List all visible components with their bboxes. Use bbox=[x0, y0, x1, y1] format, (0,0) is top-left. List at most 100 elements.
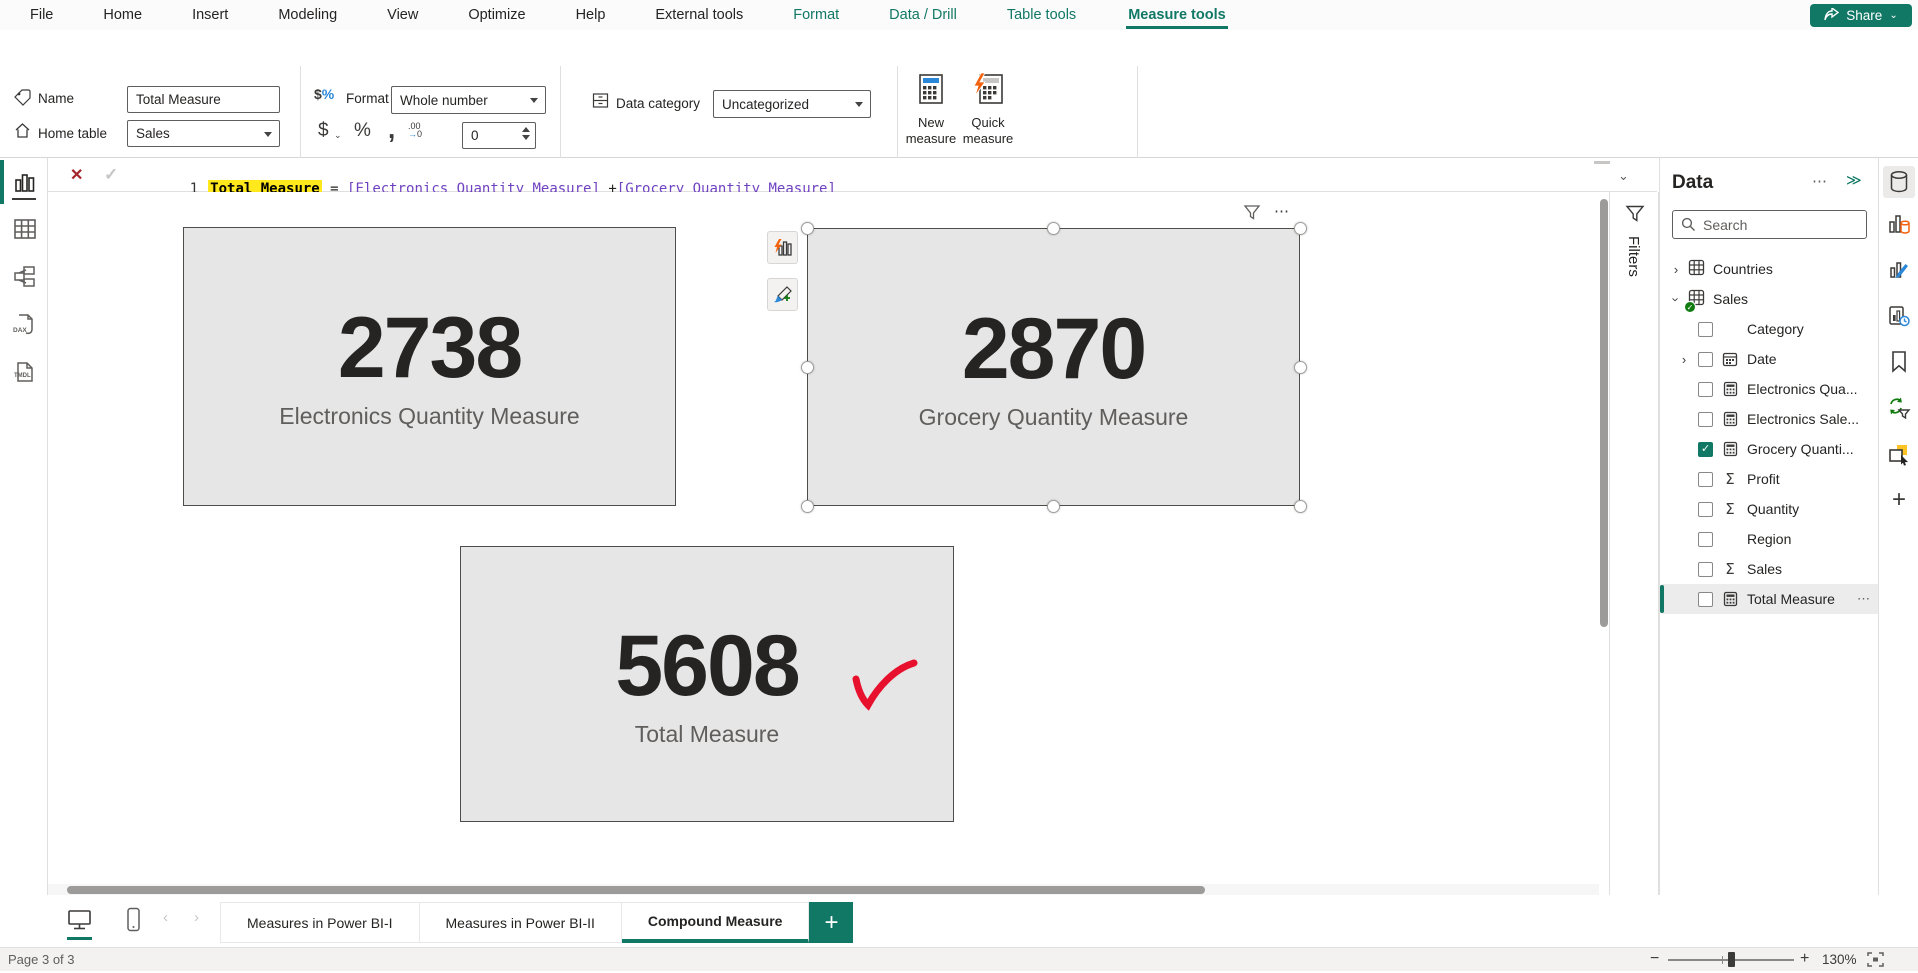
resize-handle-n[interactable] bbox=[1047, 222, 1060, 235]
field-row-sales[interactable]: Σ Sales bbox=[1660, 554, 1879, 584]
tmdl-view-icon[interactable]: TMDL bbox=[12, 360, 38, 386]
field-checkbox[interactable] bbox=[1698, 532, 1713, 547]
menu-help[interactable]: Help bbox=[576, 7, 606, 23]
page-tab-3-active[interactable]: Compound Measure bbox=[622, 902, 810, 943]
field-row-category[interactable]: Category bbox=[1660, 314, 1879, 344]
add-pane-icon[interactable]: + bbox=[1887, 488, 1911, 512]
table-row-sales[interactable]: › ✓ Sales bbox=[1660, 284, 1879, 314]
measure-name-input[interactable] bbox=[127, 86, 280, 113]
resize-handle-nw[interactable] bbox=[801, 222, 814, 235]
field-row-region[interactable]: Region bbox=[1660, 524, 1879, 554]
format-pane-icon[interactable] bbox=[1887, 258, 1911, 282]
resize-handle-se[interactable] bbox=[1294, 500, 1307, 513]
page-tab-1[interactable]: Measures in Power BI-I bbox=[220, 902, 420, 943]
performance-analyzer-icon[interactable] bbox=[1887, 304, 1911, 328]
build-visual-icon[interactable] bbox=[1887, 212, 1911, 236]
field-checkbox[interactable] bbox=[1698, 412, 1713, 427]
chevron-right-icon[interactable]: › bbox=[1670, 262, 1682, 277]
menu-format[interactable]: Format bbox=[793, 7, 839, 23]
horizontal-scrollbar-thumb[interactable] bbox=[67, 886, 1205, 894]
expand-formula-icon[interactable]: ⌄ bbox=[1618, 168, 1632, 182]
card-visual-grocery[interactable]: 2870 Grocery Quantity Measure bbox=[807, 228, 1300, 506]
data-pane-collapse-icon[interactable]: ≫ bbox=[1846, 171, 1862, 189]
data-pane-icon[interactable] bbox=[1883, 166, 1915, 198]
field-row-electronics-quantity[interactable]: Electronics Qua... bbox=[1660, 374, 1879, 404]
zoom-out-button[interactable]: − bbox=[1650, 948, 1659, 970]
table-row-countries[interactable]: › Countries bbox=[1660, 254, 1879, 284]
resize-handle-s[interactable] bbox=[1047, 500, 1060, 513]
report-view-icon[interactable] bbox=[12, 170, 38, 196]
analyze-visual-button[interactable] bbox=[767, 231, 798, 264]
resize-handle-sw[interactable] bbox=[801, 500, 814, 513]
menu-external-tools[interactable]: External tools bbox=[655, 7, 743, 23]
currency-chevron-icon[interactable]: ⌄ bbox=[334, 130, 342, 141]
data-category-select[interactable]: Uncategorized bbox=[713, 90, 871, 118]
visual-more-options-icon[interactable]: ⋯ bbox=[1274, 202, 1291, 220]
zoom-in-button[interactable]: + bbox=[1800, 948, 1809, 970]
resize-handle-e[interactable] bbox=[1294, 361, 1307, 374]
formula-scrollbar[interactable] bbox=[1594, 161, 1610, 164]
menu-insert[interactable]: Insert bbox=[192, 7, 228, 23]
next-page-chevron-icon[interactable]: › bbox=[194, 909, 199, 926]
desktop-layout-icon[interactable] bbox=[67, 909, 92, 936]
field-row-profit[interactable]: Σ Profit bbox=[1660, 464, 1879, 494]
field-row-quantity[interactable]: Σ Quantity bbox=[1660, 494, 1879, 524]
search-input[interactable] bbox=[1703, 211, 1863, 238]
field-more-options-icon[interactable]: ⋯ bbox=[1857, 591, 1871, 607]
field-checkbox[interactable] bbox=[1698, 352, 1713, 367]
currency-format-button[interactable]: $ bbox=[318, 120, 329, 142]
cancel-formula-icon[interactable]: ✕ bbox=[70, 165, 83, 185]
decimal-places-icon[interactable]: .00→0 bbox=[408, 122, 422, 138]
mobile-layout-icon[interactable] bbox=[126, 907, 141, 937]
vertical-scrollbar-thumb[interactable] bbox=[1600, 199, 1608, 627]
field-checkbox[interactable] bbox=[1698, 592, 1713, 607]
field-checkbox[interactable] bbox=[1698, 562, 1713, 577]
menu-file[interactable]: File bbox=[30, 7, 53, 23]
sync-slicers-pane-icon[interactable] bbox=[1887, 396, 1911, 420]
data-pane-more-icon[interactable]: ⋯ bbox=[1812, 172, 1828, 190]
menu-table-tools[interactable]: Table tools bbox=[1007, 7, 1076, 23]
decimal-places-stepper[interactable] bbox=[522, 127, 530, 140]
page-tab-2[interactable]: Measures in Power BI-II bbox=[420, 902, 622, 943]
percent-format-button[interactable]: % bbox=[354, 120, 371, 142]
card-visual-electronics[interactable]: 2738 Electronics Quantity Measure bbox=[183, 227, 676, 506]
format-visual-button[interactable] bbox=[767, 278, 798, 311]
previous-page-chevron-icon[interactable]: ‹ bbox=[163, 909, 168, 926]
search-box[interactable] bbox=[1672, 210, 1867, 239]
quick-measure-button[interactable]: Quickmeasure bbox=[960, 72, 1016, 166]
field-checkbox[interactable] bbox=[1698, 502, 1713, 517]
resize-handle-w[interactable] bbox=[801, 361, 814, 374]
resize-handle-ne[interactable] bbox=[1294, 222, 1307, 235]
chevron-expanded-icon[interactable]: › bbox=[1669, 293, 1684, 305]
menu-optimize[interactable]: Optimize bbox=[468, 7, 525, 23]
menu-measure-tools[interactable]: Measure tools bbox=[1126, 7, 1228, 23]
home-table-select[interactable]: Sales bbox=[127, 120, 280, 147]
field-checkbox[interactable] bbox=[1698, 472, 1713, 487]
field-checkbox[interactable] bbox=[1698, 382, 1713, 397]
filters-funnel-icon[interactable] bbox=[1625, 204, 1645, 229]
commit-formula-icon[interactable]: ✓ bbox=[104, 165, 118, 185]
menu-view[interactable]: View bbox=[387, 7, 418, 23]
field-row-grocery-quantity[interactable]: Grocery Quanti... bbox=[1660, 434, 1879, 464]
formula-bar[interactable]: ✕ ✓ 1Total Measure = [Electronics Quanti… bbox=[48, 158, 1657, 192]
field-row-total-measure[interactable]: Total Measure ⋯ bbox=[1660, 584, 1879, 614]
selection-pane-icon[interactable] bbox=[1887, 442, 1911, 466]
bookmarks-pane-icon[interactable] bbox=[1887, 350, 1911, 374]
field-checkbox[interactable] bbox=[1698, 322, 1713, 337]
format-select[interactable]: Whole number bbox=[391, 86, 546, 114]
model-view-icon[interactable] bbox=[12, 264, 38, 290]
field-checkbox-checked[interactable] bbox=[1698, 442, 1713, 457]
filters-pane-collapsed[interactable]: Filters bbox=[1609, 192, 1659, 947]
field-row-date[interactable]: › Date bbox=[1660, 344, 1879, 374]
dax-query-view-icon[interactable]: DAX bbox=[12, 312, 38, 338]
new-measure-button[interactable]: Newmeasure bbox=[903, 72, 959, 166]
zoom-slider-thumb[interactable] bbox=[1728, 952, 1735, 967]
menu-modeling[interactable]: Modeling bbox=[278, 7, 337, 23]
fit-to-page-icon[interactable] bbox=[1866, 951, 1885, 973]
menu-data-drill[interactable]: Data / Drill bbox=[889, 7, 957, 23]
chevron-right-icon[interactable]: › bbox=[1678, 352, 1690, 367]
field-row-electronics-sales[interactable]: Electronics Sale... bbox=[1660, 404, 1879, 434]
thousands-separator-button[interactable]: , bbox=[388, 114, 395, 145]
new-page-button[interactable]: + bbox=[809, 902, 853, 943]
menu-home[interactable]: Home bbox=[103, 7, 142, 23]
